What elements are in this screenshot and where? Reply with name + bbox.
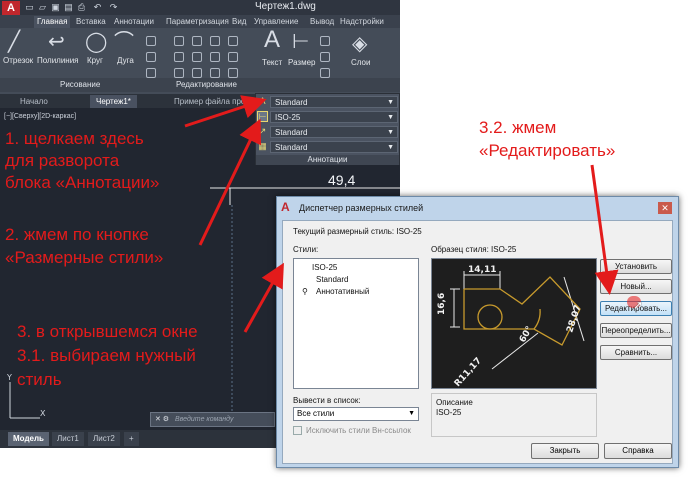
instruction-arrows — [184, 95, 619, 333]
